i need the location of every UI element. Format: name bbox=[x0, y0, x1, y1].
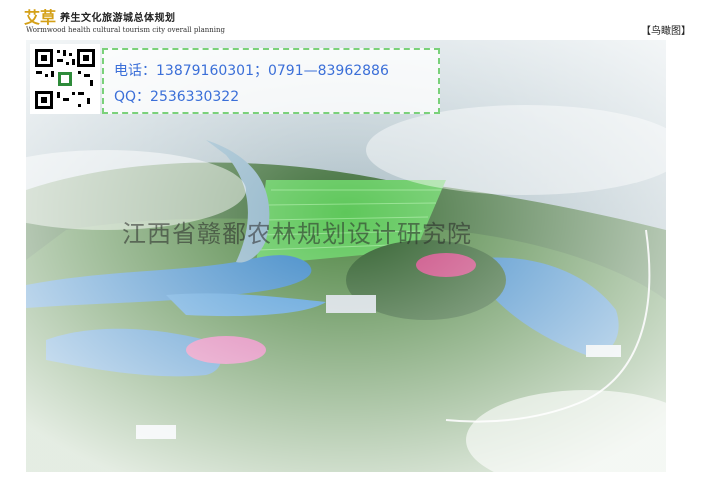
institute-watermark: 江西省赣鄱农林规划设计研究院 bbox=[122, 220, 472, 248]
contact-panel: 电话：13879160301；0791—83962886 QQ：25363303… bbox=[102, 48, 440, 114]
aerial-view-image: 电话：13879160301；0791—83962886 QQ：25363303… bbox=[26, 40, 666, 472]
header: 艾草 养生文化旅游城总体规划 Wormwood health cultural … bbox=[0, 0, 707, 40]
view-label: 【鸟瞰图】 bbox=[641, 26, 691, 37]
qr-code-graphic bbox=[32, 46, 98, 112]
contact-phone: 电话：13879160301；0791—83962886 bbox=[114, 63, 389, 79]
qr-code-icon bbox=[30, 44, 100, 114]
brand-logo: 艾草 bbox=[24, 8, 57, 27]
bottom-margin bbox=[0, 475, 707, 500]
plan-title: 养生文化旅游城总体规划 bbox=[60, 13, 176, 24]
plan-subtitle: Wormwood health cultural tourism city ov… bbox=[26, 26, 226, 34]
contact-qq: QQ：2536330322 bbox=[114, 89, 240, 105]
